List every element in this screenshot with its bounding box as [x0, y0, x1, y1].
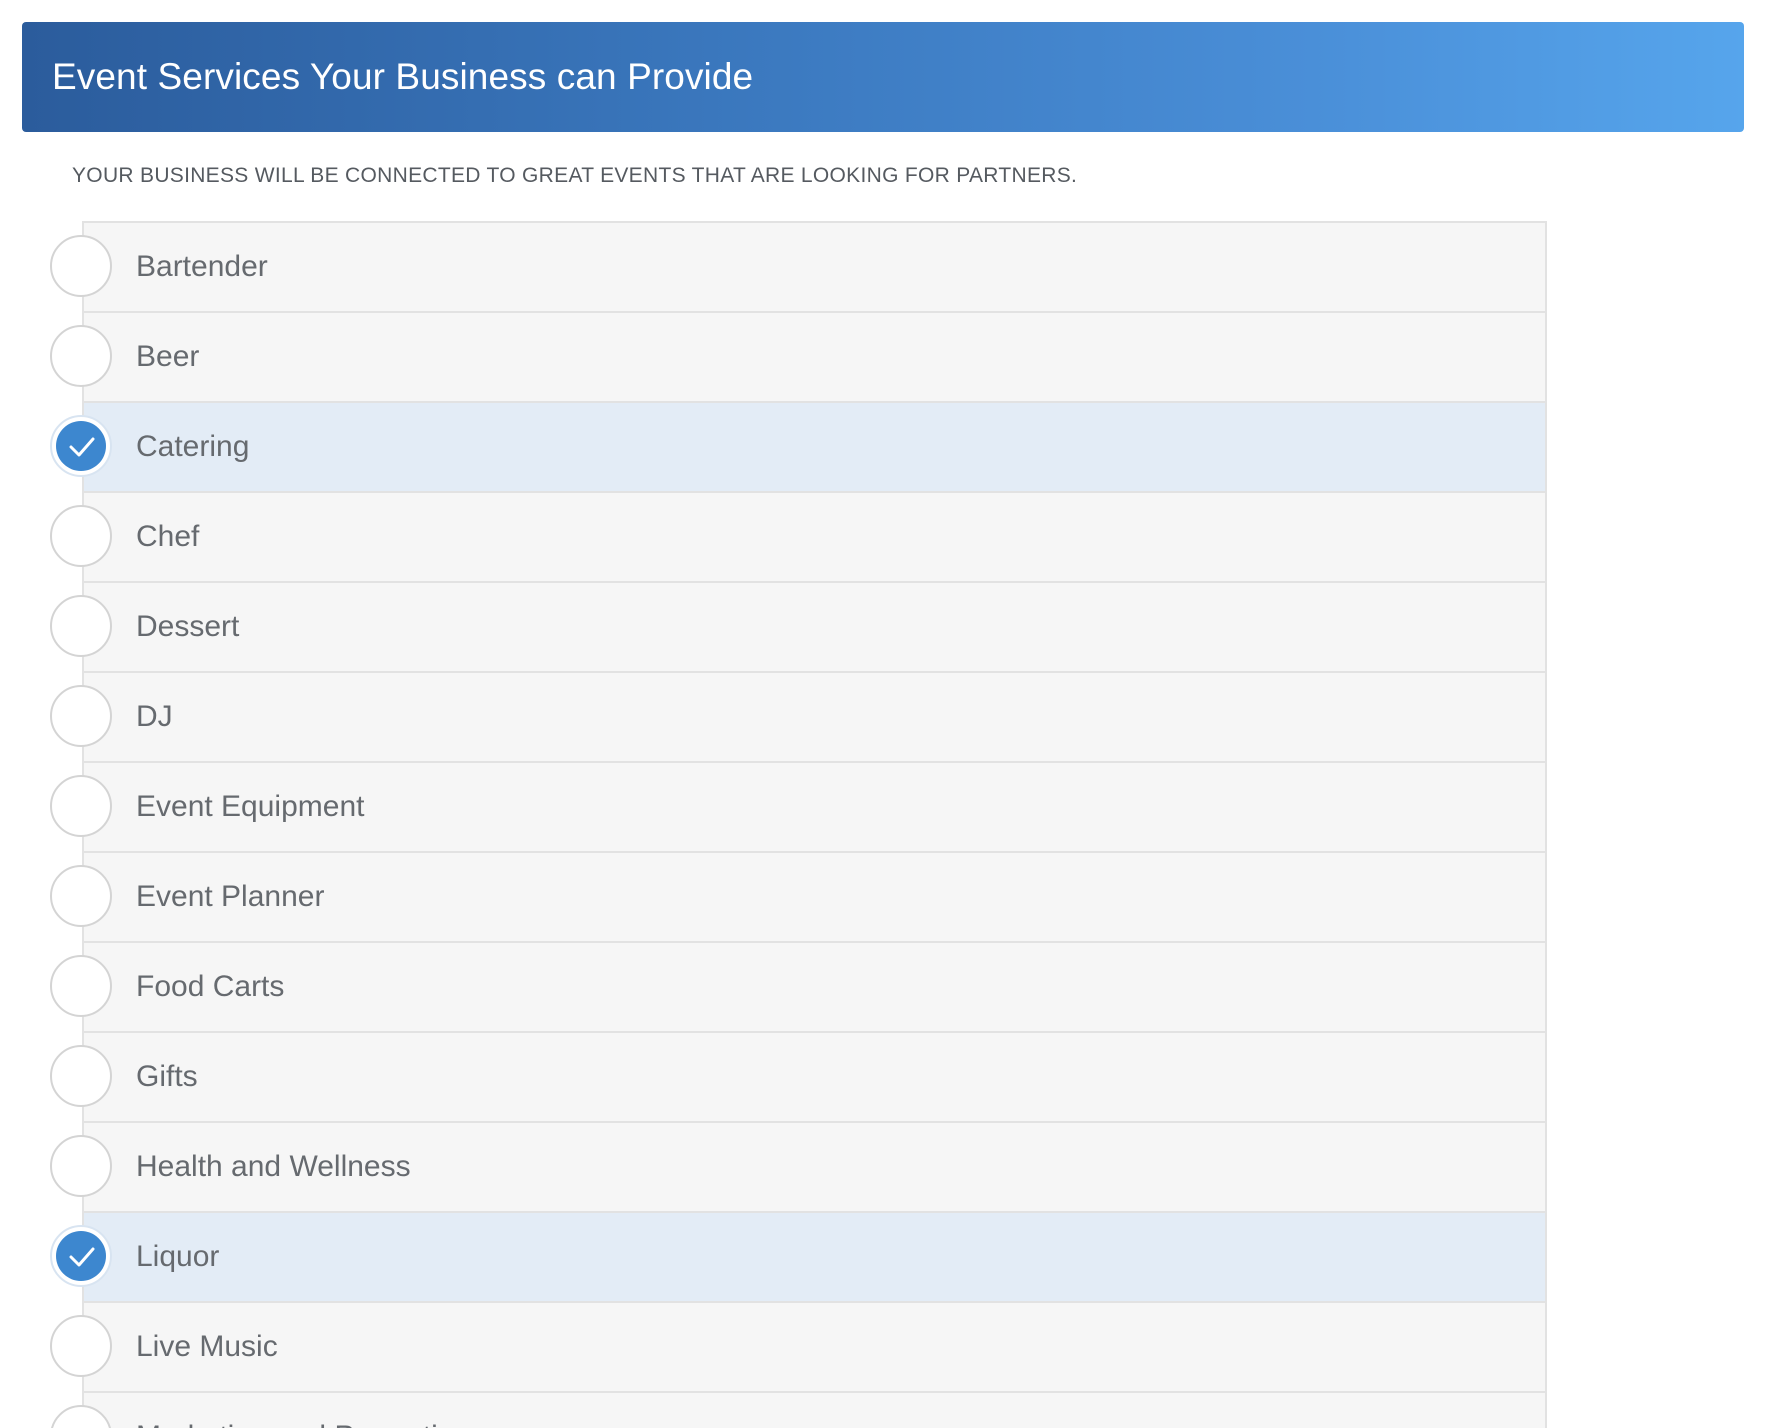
service-label: Bartender — [136, 250, 268, 283]
services-checklist: Bartender Beer Catering Chef Dessert DJ … — [50, 221, 1547, 1428]
service-option-chef[interactable]: Chef — [50, 493, 1545, 583]
service-option-food-carts[interactable]: Food Carts — [50, 943, 1545, 1033]
service-label: DJ — [136, 700, 173, 733]
service-option-dessert[interactable]: Dessert — [50, 583, 1545, 673]
service-label: Dessert — [136, 610, 240, 643]
service-option-live-music[interactable]: Live Music — [50, 1303, 1545, 1393]
section-title: Event Services Your Business can Provide — [52, 56, 754, 97]
checkbox-circle-icon[interactable] — [50, 325, 112, 387]
checkmark-icon — [56, 1231, 106, 1281]
checkbox-circle-icon[interactable] — [50, 1315, 112, 1377]
service-label: Live Music — [136, 1330, 278, 1363]
service-label: Event Planner — [136, 880, 325, 913]
checkbox-circle-icon[interactable] — [50, 235, 112, 297]
service-option-bartender[interactable]: Bartender — [50, 223, 1545, 313]
checkbox-circle-icon[interactable] — [50, 955, 112, 1017]
checkbox-circle-icon[interactable] — [50, 775, 112, 837]
section-subtitle: YOUR BUSINESS WILL BE CONNECTED TO GREAT… — [72, 164, 1078, 187]
service-option-catering[interactable]: Catering — [50, 403, 1545, 493]
service-option-event-planner[interactable]: Event Planner — [50, 853, 1545, 943]
service-label: Event Equipment — [136, 790, 365, 823]
service-label: Gifts — [136, 1060, 198, 1093]
section-header: Event Services Your Business can Provide — [22, 22, 1744, 132]
checkbox-circle-icon[interactable] — [50, 505, 112, 567]
service-option-gifts[interactable]: Gifts — [50, 1033, 1545, 1123]
service-label: Liquor — [136, 1240, 220, 1273]
service-option-beer[interactable]: Beer — [50, 313, 1545, 403]
service-label: Marketing and Promotion — [136, 1393, 471, 1428]
checkbox-circle-icon[interactable] — [50, 1045, 112, 1107]
service-label: Health and Wellness — [136, 1150, 411, 1183]
service-option-liquor[interactable]: Liquor — [50, 1213, 1545, 1303]
service-label: Catering — [136, 430, 250, 463]
checkbox-circle-icon[interactable] — [50, 685, 112, 747]
checkbox-circle-icon[interactable] — [50, 865, 112, 927]
page: Event Services Your Business can Provide… — [0, 0, 1766, 1428]
checkbox-circle-icon[interactable] — [50, 1405, 112, 1428]
service-option-health-and-wellness[interactable]: Health and Wellness — [50, 1123, 1545, 1213]
service-option-event-equipment[interactable]: Event Equipment — [50, 763, 1545, 853]
checkbox-circle-icon[interactable] — [50, 1135, 112, 1197]
service-label: Beer — [136, 340, 200, 373]
service-label: Chef — [136, 520, 200, 553]
service-label: Food Carts — [136, 970, 285, 1003]
service-option-dj[interactable]: DJ — [50, 673, 1545, 763]
checkbox-circle-icon[interactable] — [50, 1225, 112, 1287]
service-option-marketing-and-promotion[interactable]: Marketing and Promotion — [50, 1393, 1545, 1428]
checkbox-circle-icon[interactable] — [50, 415, 112, 477]
checkmark-icon — [56, 421, 106, 471]
checkbox-circle-icon[interactable] — [50, 595, 112, 657]
